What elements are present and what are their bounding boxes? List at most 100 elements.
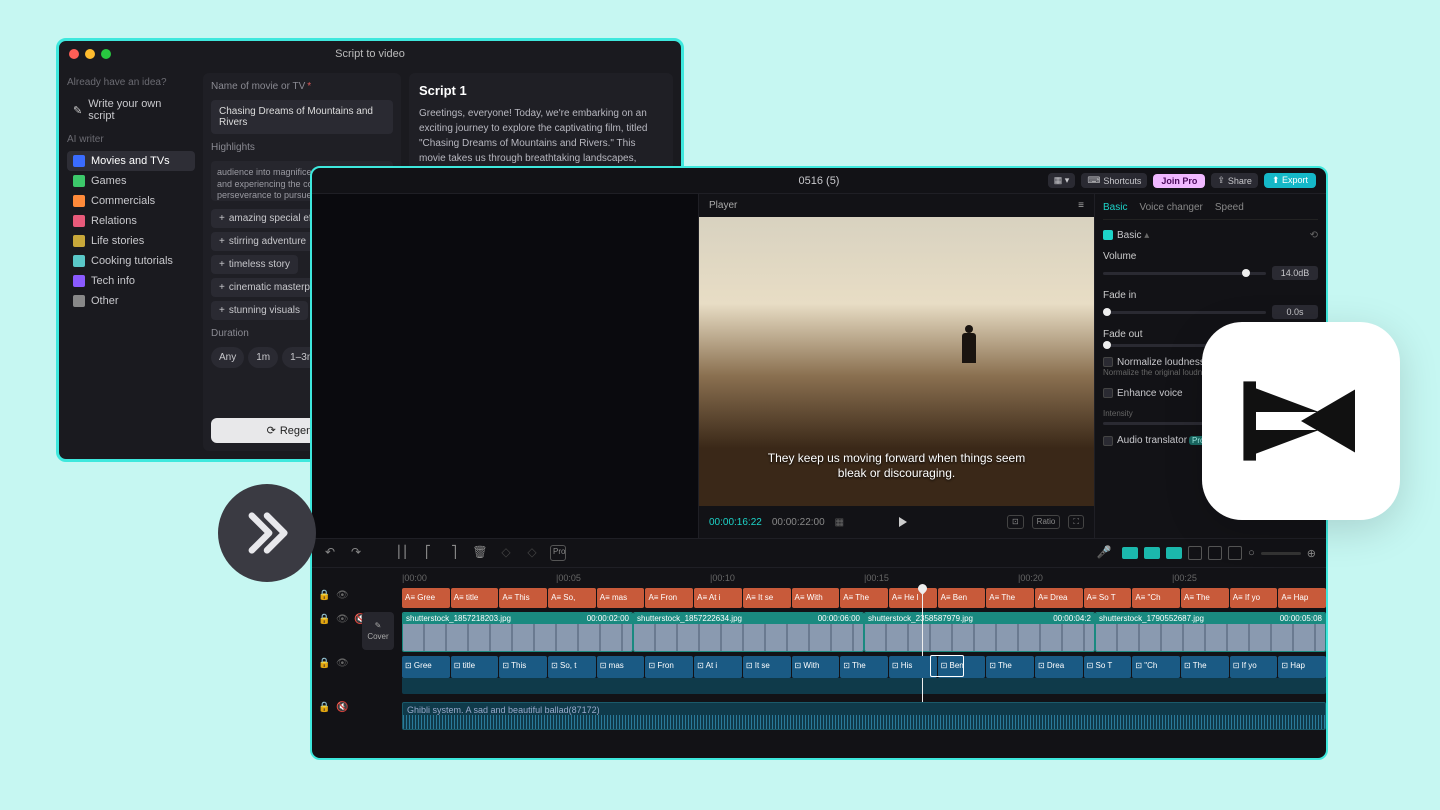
video-clip[interactable]: shutterstock_2358587979.jpg00:00:04:2	[864, 612, 1095, 652]
lock-icon[interactable]: 🔒	[318, 590, 330, 601]
tts-track[interactable]: A≡ GreeA≡ titleA≡ ThisA≡ So,A≡ masA≡ Fro…	[402, 588, 1326, 608]
sidebar-item-4[interactable]: Life stories	[67, 231, 195, 251]
track-toggle-1[interactable]	[1122, 547, 1138, 559]
caption-clip[interactable]: ⊡ The	[986, 656, 1034, 678]
sidebar-item-2[interactable]: Commercials	[67, 191, 195, 211]
basic-checkbox-row[interactable]: Basic ▴ ⟲	[1103, 230, 1318, 241]
caption-clip[interactable]: ⊡ The	[840, 656, 888, 678]
tts-clip[interactable]: A≡ Fron	[645, 588, 693, 608]
caption-clip[interactable]: ⊡ This	[499, 656, 547, 678]
play-button[interactable]	[899, 517, 907, 527]
undo-icon[interactable]: ↶	[322, 545, 338, 561]
highlight-tag[interactable]: + stirring adventure	[211, 232, 314, 251]
track-toggle-2[interactable]	[1144, 547, 1160, 559]
sidebar-write-script[interactable]: ✎ Write your own script	[67, 94, 195, 126]
export-button[interactable]: ⬆ Export	[1264, 173, 1316, 188]
tts-clip[interactable]: A≡ This	[499, 588, 547, 608]
player-viewport[interactable]: They keep us moving forward when things …	[699, 217, 1094, 506]
caption-clip[interactable]: ⊡ It se	[743, 656, 791, 678]
tts-clip[interactable]: A≡ The	[840, 588, 888, 608]
ai-tool-icon[interactable]: Pro	[550, 545, 566, 561]
lock-icon[interactable]: 🔒	[318, 614, 330, 625]
eye-icon[interactable]: 👁	[336, 658, 348, 669]
lock-icon[interactable]: 🔒	[318, 658, 330, 669]
tts-clip[interactable]: A≡ So,	[548, 588, 596, 608]
tts-clip[interactable]: A≡ Ben	[938, 588, 986, 608]
delete-icon[interactable]: 🗑	[472, 545, 488, 561]
caption-clip[interactable]: ⊡ At i	[694, 656, 742, 678]
tts-clip[interactable]: A≡ "Ch	[1132, 588, 1180, 608]
join-pro-button[interactable]: Join Pro	[1153, 174, 1205, 188]
caption-clip[interactable]: ⊡ Gree	[402, 656, 450, 678]
caption-track[interactable]: ⊡ Gree⊡ title⊡ This⊡ So, t⊡ mas⊡ Fron⊡ A…	[402, 656, 1326, 678]
caption-clip[interactable]: ⊡ Fron	[645, 656, 693, 678]
tts-clip[interactable]: A≡ Gree	[402, 588, 450, 608]
cover-button[interactable]: ✎Cover	[362, 612, 394, 650]
timeline-ruler[interactable]: |00:00|00:05|00:10|00:15|00:20|00:25	[312, 568, 1326, 588]
volume-slider[interactable]	[1103, 272, 1266, 275]
fadein-value[interactable]: 0.0s	[1272, 305, 1318, 319]
tts-clip[interactable]: A≡ At i	[694, 588, 742, 608]
lock-icon[interactable]: 🔒	[318, 702, 330, 713]
share-button[interactable]: ⇪ Share	[1211, 173, 1258, 188]
zoom-out-icon[interactable]: ○	[1248, 547, 1255, 559]
split-icon[interactable]: ⎮⎮	[394, 545, 410, 561]
tts-clip[interactable]: A≡ If yo	[1230, 588, 1278, 608]
caption-clip[interactable]: ⊡ Drea	[1035, 656, 1083, 678]
tts-clip[interactable]: A≡ He l	[889, 588, 937, 608]
fullscreen-icon[interactable]: ⛶	[1068, 515, 1084, 529]
tab-voice-changer[interactable]: Voice changer	[1139, 202, 1202, 213]
zoom-fit-icon[interactable]: ⊕	[1307, 547, 1316, 560]
caption-clip[interactable]: ⊡ Hap	[1278, 656, 1326, 678]
tool-icon[interactable]: ◇	[498, 545, 514, 561]
fadein-slider[interactable]	[1103, 311, 1266, 314]
highlight-tag[interactable]: + stunning visuals	[211, 301, 308, 320]
caption-clip[interactable]: ⊡ title	[451, 656, 499, 678]
sidebar-item-0[interactable]: Movies and TVs	[67, 151, 195, 171]
sidebar-item-3[interactable]: Relations	[67, 211, 195, 231]
ratio-button[interactable]: Ratio	[1032, 515, 1061, 529]
reset-icon[interactable]: ⟲	[1310, 230, 1318, 241]
zoom-slider[interactable]	[1261, 552, 1301, 555]
duration-option[interactable]: Any	[211, 347, 244, 368]
tts-clip[interactable]: A≡ So T	[1084, 588, 1132, 608]
tool-icon[interactable]: ◇	[524, 545, 540, 561]
highlight-tag[interactable]: + timeless story	[211, 255, 298, 274]
redo-icon[interactable]: ↷	[348, 545, 364, 561]
caption-clip[interactable]: ⊡ With	[792, 656, 840, 678]
movie-name-input[interactable]: Chasing Dreams of Mountains and Rivers	[211, 100, 393, 134]
player-menu-icon[interactable]: ≡	[1078, 200, 1084, 211]
tts-clip[interactable]: A≡ Drea	[1035, 588, 1083, 608]
shortcuts-button[interactable]: ⌨ Shortcuts	[1081, 173, 1147, 188]
caption-clip[interactable]: ⊡ The	[1181, 656, 1229, 678]
layout-icon[interactable]: ▦ ▾	[1048, 173, 1076, 188]
tts-clip[interactable]: A≡ It se	[743, 588, 791, 608]
tts-clip[interactable]: A≡ title	[451, 588, 499, 608]
tts-clip[interactable]: A≡ The	[1181, 588, 1229, 608]
sidebar-item-5[interactable]: Cooking tutorials	[67, 251, 195, 271]
sidebar-item-7[interactable]: Other	[67, 291, 195, 311]
video-clip[interactable]: shutterstock_1790552687.jpg00:00:05:08	[1095, 612, 1326, 652]
video-clip[interactable]: shutterstock_1857218203.jpg00:00:02:00	[402, 612, 633, 652]
eye-icon[interactable]: 👁	[336, 614, 348, 625]
volume-value[interactable]: 14.0dB	[1272, 266, 1318, 280]
grid-icon[interactable]: ▦	[835, 517, 844, 528]
preview-icon[interactable]	[1228, 546, 1242, 560]
tts-clip[interactable]: A≡ mas	[597, 588, 645, 608]
link-icon[interactable]	[1208, 546, 1222, 560]
eye-icon[interactable]: 👁	[336, 590, 348, 601]
video-track[interactable]: shutterstock_1857218203.jpg00:00:02:00sh…	[402, 612, 1326, 652]
trim-left-icon[interactable]: ⎡	[420, 545, 436, 561]
track-toggle-3[interactable]	[1166, 547, 1182, 559]
trim-right-icon[interactable]: ⎤	[446, 545, 462, 561]
tts-clip[interactable]: A≡ The	[986, 588, 1034, 608]
tts-clip[interactable]: A≡ With	[792, 588, 840, 608]
scale-icon[interactable]: ⊡	[1007, 515, 1024, 529]
video-clip[interactable]: shutterstock_1857222634.jpg00:00:06:00	[633, 612, 864, 652]
mic-icon[interactable]: 🎤	[1096, 545, 1112, 561]
snap-icon[interactable]	[1188, 546, 1202, 560]
caption-clip[interactable]: ⊡ mas	[597, 656, 645, 678]
tab-speed[interactable]: Speed	[1215, 202, 1244, 213]
audio-track[interactable]: Ghibli system. A sad and beautiful balla…	[402, 702, 1326, 730]
sidebar-item-1[interactable]: Games	[67, 171, 195, 191]
